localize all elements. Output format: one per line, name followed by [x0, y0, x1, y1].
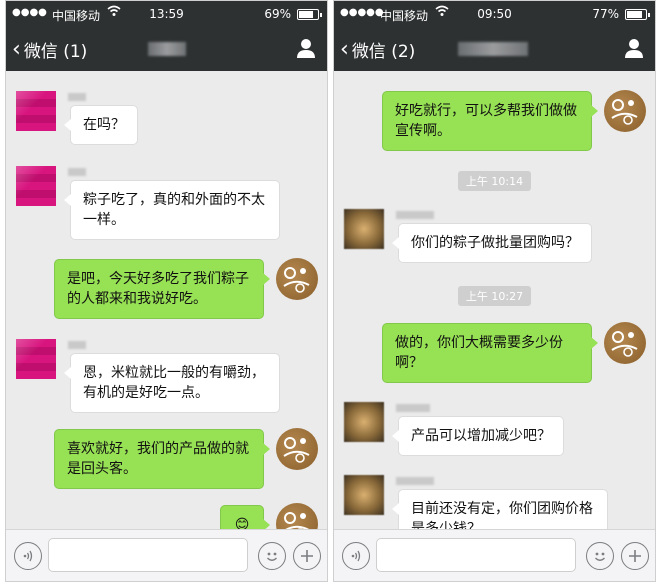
sender-name-redacted	[396, 477, 434, 485]
plus-icon[interactable]	[621, 542, 649, 570]
battery-fill	[627, 11, 643, 18]
chat-title-redacted	[148, 42, 186, 56]
sender-name-redacted	[396, 404, 430, 412]
sender-name-redacted	[68, 341, 86, 349]
contact-avatar[interactable]	[344, 475, 384, 515]
battery-percent: 69%	[264, 7, 291, 21]
timestamp-label: 上午 10:27	[457, 286, 532, 306]
my-avatar[interactable]	[604, 90, 646, 132]
chat-title-redacted	[458, 42, 528, 56]
nav-bar: ‹ 微信 (1)	[6, 27, 327, 71]
outgoing-message: 😊	[220, 505, 270, 529]
voice-icon[interactable]	[342, 542, 370, 570]
back-button[interactable]: ‹ 微信 (2)	[340, 37, 415, 62]
outgoing-message: 好吃就行，可以多帮我们做做宣传啊。	[382, 91, 598, 151]
back-button[interactable]: ‹ 微信 (1)	[12, 37, 87, 62]
incoming-message: 你们的粽子做批量团购吗？	[392, 223, 592, 263]
message-list: 在吗？ 粽子吃了，真的和外面的不太一样。 是吧，今天好多吃了我们粽子的人都来和我…	[6, 71, 327, 529]
sender-name-redacted	[396, 211, 434, 219]
back-label: 微信 (2)	[351, 42, 416, 62]
contact-avatar[interactable]	[16, 166, 56, 206]
incoming-message: 恩，米粒就比一般的有嚼劲，有机的是好吃一点。	[64, 353, 280, 413]
person-icon[interactable]	[623, 37, 645, 59]
my-avatar[interactable]	[604, 322, 646, 364]
plus-icon[interactable]	[293, 542, 321, 570]
battery-icon	[297, 9, 322, 20]
status-bar: ●●●●● 中国移动 09:50 77%	[334, 1, 655, 27]
my-avatar[interactable]	[276, 428, 318, 470]
emoji-icon[interactable]	[258, 542, 286, 570]
input-bar	[6, 529, 327, 581]
battery-fill	[299, 11, 313, 18]
message-input[interactable]	[48, 538, 248, 572]
contact-avatar[interactable]	[344, 402, 384, 442]
status-bar: ●●●● 中国移动 13:59 69%	[6, 1, 327, 27]
battery-percent: 77%	[592, 7, 619, 21]
back-label: 微信 (1)	[23, 42, 88, 62]
incoming-message: 粽子吃了，真的和外面的不太一样。	[64, 180, 280, 240]
timestamp: 上午 10:27	[334, 285, 655, 306]
incoming-message: 目前还没有定，你们团购价格是多少钱？	[392, 489, 608, 529]
chat-screen-left: ●●●● 中国移动 13:59 69% ‹ 微信 (1) 在吗？ 粽子吃了，真的…	[5, 0, 328, 582]
nav-bar: ‹ 微信 (2)	[334, 27, 655, 71]
chevron-left-icon: ‹	[12, 36, 21, 62]
battery-icon	[625, 9, 650, 20]
chat-screen-right: ●●●●● 中国移动 09:50 77% ‹ 微信 (2) 好吃就行，可以多帮我…	[333, 0, 656, 582]
incoming-message: 产品可以增加减少吧？	[392, 416, 564, 456]
sender-name-redacted	[68, 168, 86, 176]
message-input[interactable]	[376, 538, 576, 572]
message-list: 好吃就行，可以多帮我们做做宣传啊。 上午 10:14 你们的粽子做批量团购吗？ …	[334, 71, 655, 529]
chevron-left-icon: ‹	[340, 36, 349, 62]
outgoing-message: 做的，你们大概需要多少份啊？	[382, 323, 598, 383]
my-avatar[interactable]	[276, 258, 318, 300]
timestamp-label: 上午 10:14	[457, 171, 532, 191]
contact-avatar[interactable]	[16, 339, 56, 379]
outgoing-message: 喜欢就好，我们的产品做的就是回头客。	[54, 429, 270, 489]
contact-avatar[interactable]	[344, 209, 384, 249]
timestamp: 上午 10:14	[334, 170, 655, 191]
input-bar	[334, 529, 655, 581]
incoming-message: 在吗？	[64, 105, 138, 145]
my-avatar[interactable]	[276, 503, 318, 529]
person-icon[interactable]	[295, 37, 317, 59]
contact-avatar[interactable]	[16, 91, 56, 131]
sender-name-redacted	[68, 93, 86, 101]
voice-icon[interactable]	[14, 542, 42, 570]
emoji-icon[interactable]	[586, 542, 614, 570]
outgoing-message: 是吧，今天好多吃了我们粽子的人都来和我说好吃。	[54, 259, 270, 319]
